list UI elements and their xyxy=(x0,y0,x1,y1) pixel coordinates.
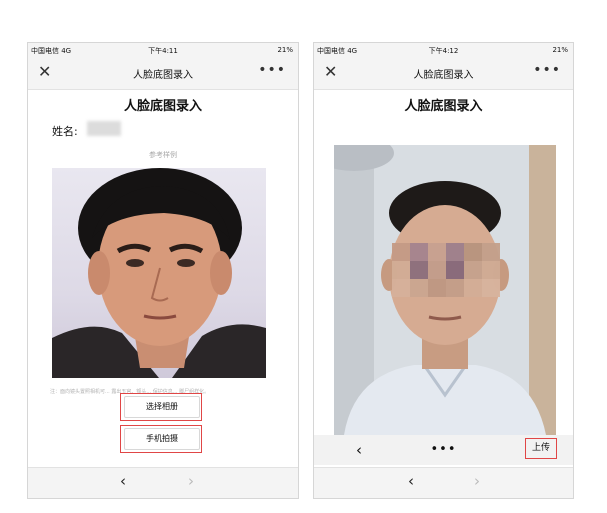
top-navbar: ✕ 人脸底图录入 ••• xyxy=(28,57,298,90)
page-title: 人脸底图录入 xyxy=(404,99,483,114)
camera-toolbar: ‹ ••• 上传 xyxy=(314,435,573,465)
status-time: 下午4:12 xyxy=(428,47,459,55)
forward-arrow-icon[interactable]: › xyxy=(188,472,194,490)
status-time: 下午4:11 xyxy=(148,47,178,55)
back-arrow-icon[interactable]: ‹ xyxy=(120,472,126,490)
take-photo-button[interactable]: 手机拍摄 xyxy=(124,428,200,450)
name-value-blurred xyxy=(87,121,121,136)
battery-label: 21% xyxy=(277,46,293,54)
captured-face-photo xyxy=(334,145,556,435)
bottom-nav: ‹ › xyxy=(314,467,573,498)
captured-face-illustration xyxy=(334,145,556,435)
forward-arrow-icon[interactable]: › xyxy=(474,472,480,490)
sample-label: 参考样例 xyxy=(149,151,177,159)
bottom-nav: ‹ › xyxy=(28,467,298,498)
upload-button[interactable]: 上传 xyxy=(525,438,557,459)
name-label: 姓名: xyxy=(52,125,78,138)
more-dots-icon[interactable]: ••• xyxy=(533,62,561,78)
top-navbar: ✕ 人脸底图录入 ••• xyxy=(314,57,573,90)
status-bar: 中国电信 4G 下午4:11 21% xyxy=(28,43,298,57)
battery-label: 21% xyxy=(552,46,568,54)
back-arrow-icon[interactable]: ‹ xyxy=(408,472,414,490)
sample-face-illustration xyxy=(52,168,266,378)
choose-album-button[interactable]: 选择相册 xyxy=(124,396,200,418)
left-phone-screen: 中国电信 4G 下午4:11 21% ✕ 人脸底图录入 ••• 人脸底图录入 姓… xyxy=(27,42,299,499)
sample-face-photo xyxy=(52,168,266,378)
status-bar: 中国电信 4G 下午4:12 21% xyxy=(314,43,573,57)
more-dots-icon[interactable]: ••• xyxy=(258,62,286,78)
page-title: 人脸底图录入 xyxy=(123,99,202,114)
right-phone-screen: 中国电信 4G 下午4:12 21% ✕ 人脸底图录入 ••• 人脸底图录入 ‹… xyxy=(313,42,574,499)
